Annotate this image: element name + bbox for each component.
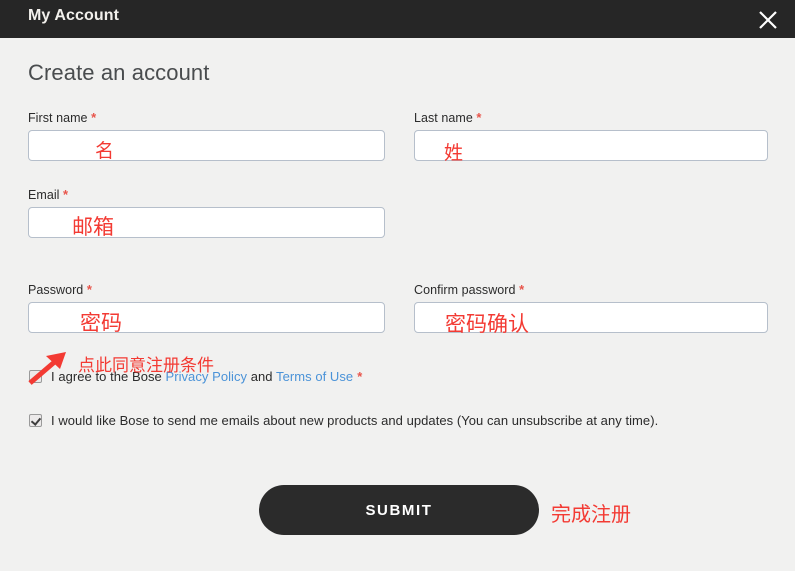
email-input[interactable] <box>28 207 385 238</box>
terms-text-middle: and <box>247 369 277 384</box>
required-marker: * <box>476 110 482 125</box>
annotation-submit: 完成注册 <box>551 502 631 526</box>
marketing-checkbox-row[interactable]: I would like Bose to send me emails abou… <box>29 413 658 428</box>
required-marker: * <box>63 187 69 202</box>
terms-checkbox-label: I agree to the Bose Privacy Policy and T… <box>51 369 362 384</box>
required-marker: * <box>91 110 97 125</box>
submit-button[interactable]: SUBMIT <box>259 485 539 535</box>
last-name-input[interactable] <box>414 130 768 161</box>
my-account-dialog: My Account Create an account First name … <box>0 0 795 571</box>
confirm-password-input[interactable] <box>414 302 768 333</box>
field-first-name: First name * <box>28 110 385 161</box>
field-label-last-name: Last name * <box>414 110 768 125</box>
password-input[interactable] <box>28 302 385 333</box>
page-title: Create an account <box>28 60 210 85</box>
terms-of-use-link[interactable]: Terms of Use <box>276 369 353 384</box>
field-label-text: Last name <box>414 111 473 125</box>
field-label-text: Confirm password <box>414 283 516 297</box>
field-label-text: Password <box>28 283 84 297</box>
field-label-password: Password * <box>28 282 385 297</box>
privacy-policy-link[interactable]: Privacy Policy <box>165 369 247 384</box>
marketing-checkbox[interactable] <box>29 414 42 427</box>
field-confirm-password: Confirm password * <box>414 282 768 333</box>
dialog-title: My Account <box>28 7 120 24</box>
field-last-name: Last name * <box>414 110 768 161</box>
field-label-first-name: First name * <box>28 110 385 125</box>
field-label-text: First name <box>28 111 88 125</box>
field-label-text: Email <box>28 188 60 202</box>
terms-checkbox-row[interactable]: I agree to the Bose Privacy Policy and T… <box>29 369 362 384</box>
field-label-email: Email * <box>28 187 385 202</box>
required-marker: * <box>86 282 92 297</box>
field-label-confirm-password: Confirm password * <box>414 282 768 297</box>
field-password: Password * <box>28 282 385 333</box>
dialog-titlebar: My Account <box>0 0 795 38</box>
marketing-checkbox-label: I would like Bose to send me emails abou… <box>51 413 659 428</box>
field-email: Email * <box>28 187 385 238</box>
required-marker: * <box>519 282 525 297</box>
required-marker: * <box>357 369 363 384</box>
close-icon[interactable] <box>753 5 783 35</box>
terms-text-before: I agree to the Bose <box>51 369 166 384</box>
first-name-input[interactable] <box>28 130 385 161</box>
terms-checkbox[interactable] <box>29 370 42 383</box>
